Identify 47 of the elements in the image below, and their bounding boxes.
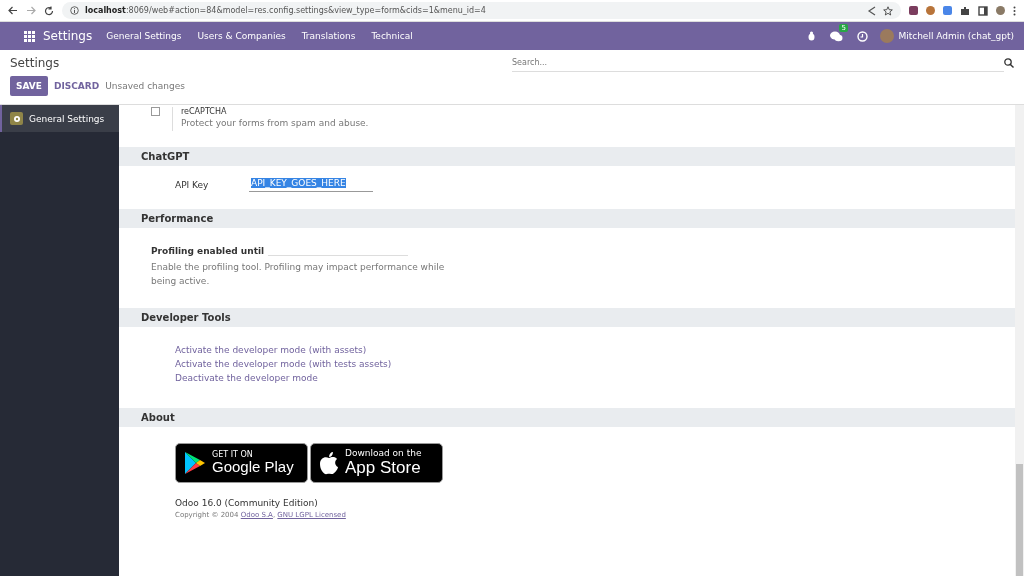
setting-description: Enable the profiling tool. Profiling may impact performance while being active. bbox=[151, 261, 446, 288]
apps-grid-icon[interactable] bbox=[24, 30, 35, 42]
app-store-badge[interactable]: Download on the App Store bbox=[310, 443, 443, 483]
info-icon[interactable] bbox=[70, 6, 79, 15]
section-header: Performance bbox=[119, 209, 1015, 228]
field-label: Profiling enabled until bbox=[151, 246, 265, 256]
address-bar[interactable]: localhost:8069/web#action=84&model=res.config.settings&view_type=form&cids=1&menu_id=4 bbox=[62, 2, 901, 19]
search-field[interactable]: Search... bbox=[512, 54, 1004, 72]
menu-icon[interactable] bbox=[1013, 5, 1016, 16]
play-triangle-icon bbox=[184, 451, 206, 475]
nav-menu-item[interactable]: Users & Companies bbox=[197, 31, 286, 41]
apple-icon bbox=[319, 451, 339, 475]
recaptcha-checkbox[interactable] bbox=[151, 107, 160, 116]
app-name[interactable]: Settings bbox=[43, 29, 93, 43]
share-icon[interactable] bbox=[867, 5, 877, 16]
page-title: Settings bbox=[10, 56, 61, 70]
back-icon[interactable] bbox=[8, 6, 18, 15]
setting-description: Protect your forms from spam and abuse. bbox=[181, 117, 369, 130]
section-header: Developer Tools bbox=[119, 308, 1015, 327]
developer-mode-link[interactable]: Activate the developer mode (with assets) bbox=[175, 343, 1015, 357]
search-icon[interactable] bbox=[1004, 58, 1014, 68]
chat-icon[interactable] bbox=[830, 30, 844, 42]
discard-button[interactable]: DISCARD bbox=[53, 76, 100, 96]
field-label: API Key bbox=[175, 179, 210, 190]
bug-icon[interactable] bbox=[807, 31, 817, 41]
nav-menu-item[interactable]: Technical bbox=[371, 31, 413, 41]
sidebar-item[interactable]: General Settings bbox=[0, 105, 119, 132]
star-icon[interactable] bbox=[883, 5, 893, 16]
url-host: localhost bbox=[85, 6, 126, 15]
url-path: :8069/web#action=84&model=res.config.settings&view_type=form&cids=1&menu_id=4 bbox=[125, 6, 486, 15]
nav-menu-item[interactable]: Translations bbox=[301, 31, 356, 41]
developer-mode-link[interactable]: Deactivate the developer mode bbox=[175, 371, 1015, 385]
setting-label: reCAPTCHA bbox=[181, 107, 228, 116]
sidebar-icon[interactable] bbox=[978, 5, 988, 16]
clock-icon[interactable] bbox=[857, 30, 869, 42]
version-text: Odoo 16.0 (Community Edition) bbox=[175, 497, 319, 510]
section-header: ChatGPT bbox=[119, 147, 1015, 166]
save-button[interactable]: SAVE bbox=[10, 76, 48, 96]
settings-icon bbox=[10, 112, 23, 125]
user-name[interactable]: Mitchell Admin (chat_gpt) bbox=[898, 31, 1014, 41]
developer-mode-link[interactable]: Activate the developer mode (with tests assets) bbox=[175, 357, 1015, 371]
section-header: About bbox=[119, 408, 1015, 427]
nav-menu-item[interactable]: General Settings bbox=[106, 31, 182, 41]
unsaved-status: Unsaved changes bbox=[105, 81, 185, 91]
reload-icon[interactable] bbox=[44, 5, 54, 16]
scrollbar[interactable] bbox=[1015, 105, 1024, 576]
google-play-badge[interactable]: GET IT ON Google Play bbox=[175, 443, 308, 483]
